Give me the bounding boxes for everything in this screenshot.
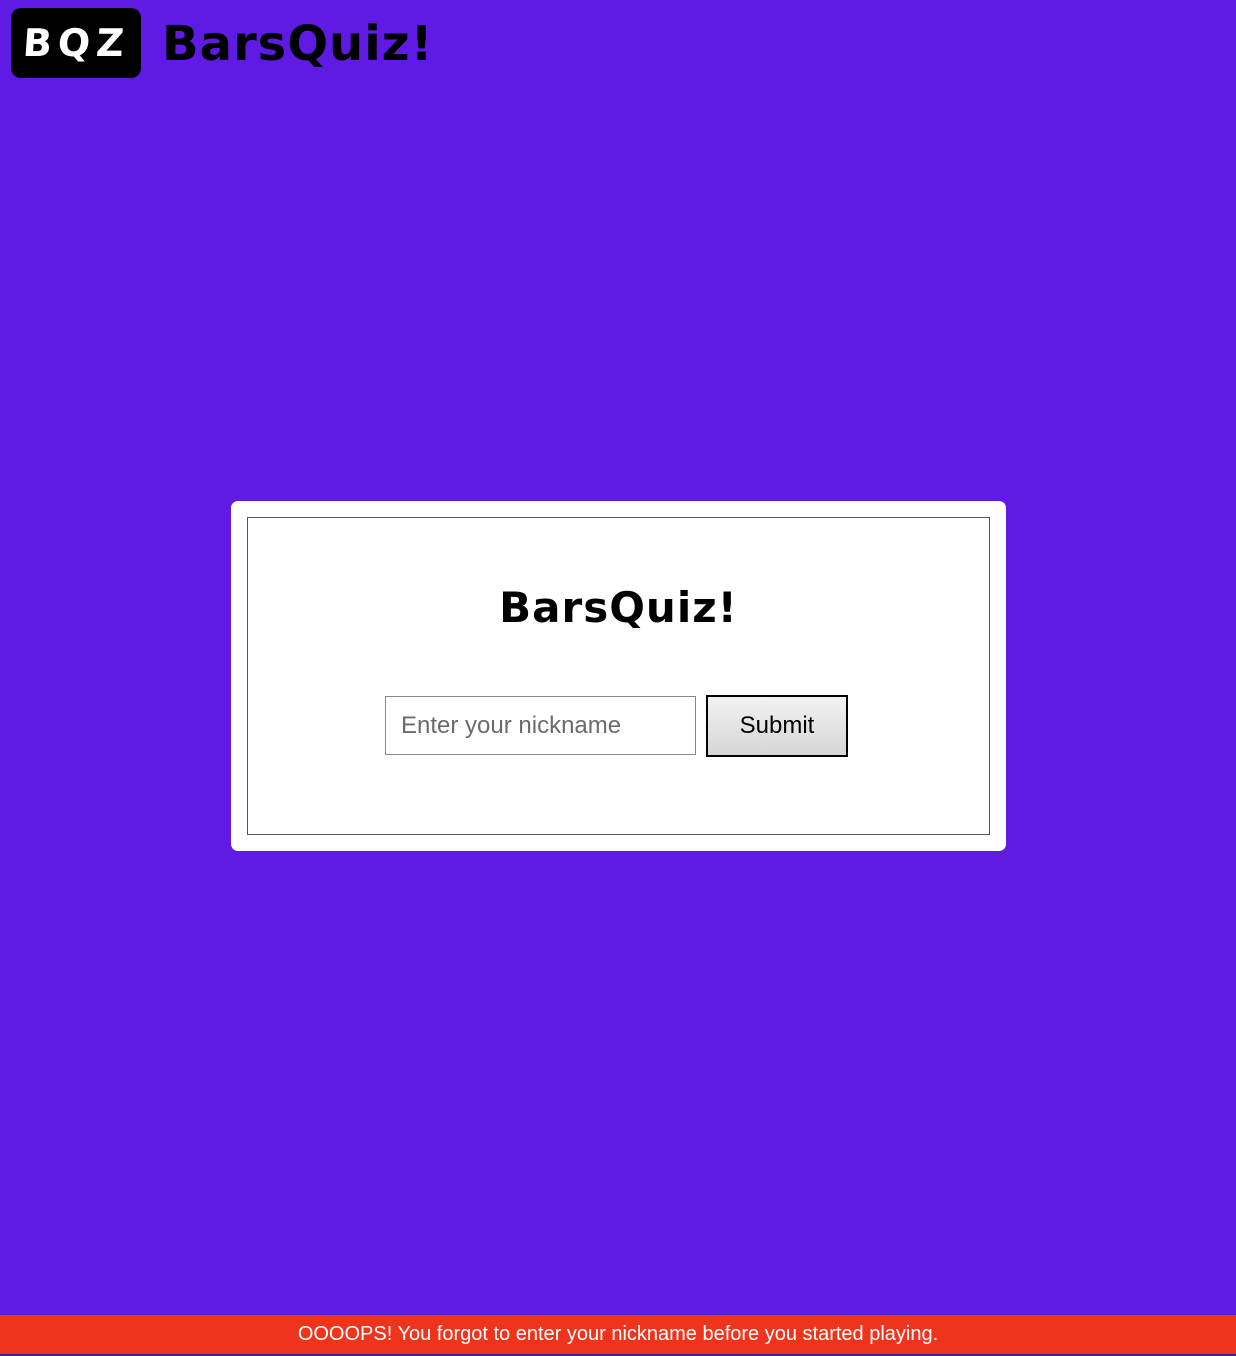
- error-message: OOOOPS! You forgot to enter your nicknam…: [297, 1323, 939, 1345]
- nickname-form: BarsQuiz! Submit: [247, 517, 990, 835]
- nickname-input[interactable]: [385, 696, 696, 755]
- nickname-card: BarsQuiz! Submit: [231, 501, 1006, 851]
- error-banner: OOOOPS! You forgot to enter your nicknam…: [0, 1315, 1236, 1354]
- site-header: BQZ BarsQuiz!: [0, 0, 1236, 90]
- brand-title[interactable]: BarsQuiz!: [162, 14, 433, 74]
- logo-badge-text: BQZ: [21, 21, 131, 65]
- card-logo: BarsQuiz!: [499, 583, 738, 632]
- bqz-logo-badge[interactable]: BQZ: [11, 8, 141, 78]
- submit-button[interactable]: Submit: [706, 695, 848, 757]
